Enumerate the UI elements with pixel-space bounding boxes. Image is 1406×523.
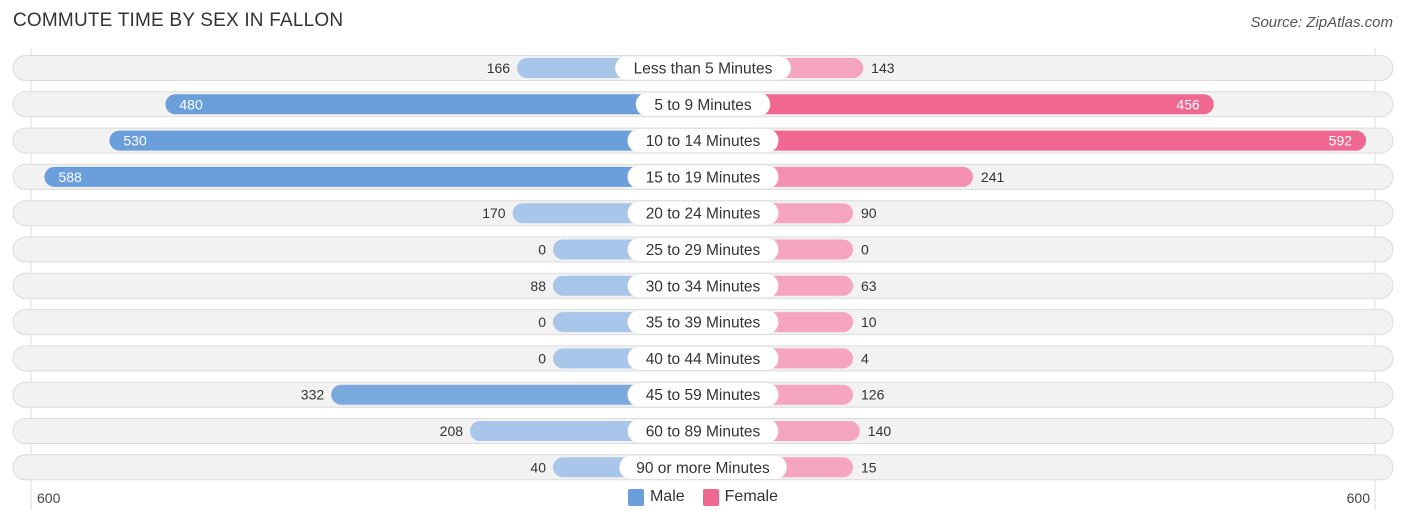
male-value-label: 0 — [538, 350, 546, 366]
legend-label-female: Female — [724, 488, 779, 505]
male-value-label: 170 — [482, 205, 506, 221]
female-value-label: 592 — [1329, 133, 1353, 149]
chart-area: 166 143 Less than 5 Minutes 480 456 5 to 9 Mi… — [12, 48, 1394, 510]
legend-swatch-female — [702, 488, 719, 506]
legend-item-female: Female — [702, 488, 779, 506]
female-bar — [703, 94, 1214, 115]
male-value-label: 588 — [58, 169, 82, 185]
category-label: 45 to 59 Minutes — [646, 387, 761, 404]
category-label: 35 to 39 Minutes — [646, 315, 761, 332]
female-value-label: 63 — [861, 278, 877, 294]
female-value-label: 0 — [861, 242, 869, 258]
male-bar — [44, 166, 703, 187]
male-value-label: 40 — [530, 459, 546, 475]
category-label: 15 to 19 Minutes — [646, 169, 761, 186]
female-value-label: 126 — [861, 387, 885, 403]
male-value-label: 208 — [440, 423, 464, 439]
female-value-label: 4 — [861, 350, 869, 366]
male-value-label: 530 — [123, 133, 147, 149]
female-value-label: 15 — [861, 459, 877, 475]
male-value-label: 166 — [487, 60, 511, 76]
male-value-label: 88 — [530, 278, 546, 294]
male-bar — [109, 130, 703, 151]
female-value-label: 90 — [861, 205, 877, 221]
male-value-label: 0 — [538, 314, 546, 330]
male-value-label: 480 — [179, 96, 203, 112]
female-value-label: 143 — [871, 60, 895, 76]
female-value-label: 241 — [981, 169, 1005, 185]
legend-item-male: Male — [627, 488, 685, 506]
category-label: 30 to 34 Minutes — [646, 278, 761, 295]
legend-label-male: Male — [649, 488, 685, 505]
male-value-label: 332 — [301, 387, 325, 403]
category-label: 25 to 29 Minutes — [646, 242, 761, 259]
legend-swatch-male — [627, 488, 644, 506]
male-bar — [165, 94, 703, 115]
female-value-label: 456 — [1176, 96, 1200, 112]
male-value-label: 0 — [538, 242, 546, 258]
category-label: Less than 5 Minutes — [634, 61, 773, 78]
female-value-label: 140 — [868, 423, 892, 439]
category-label: 10 to 14 Minutes — [646, 133, 761, 150]
female-bar — [703, 130, 1367, 151]
legend: Male Female — [0, 488, 1406, 506]
category-label: 40 to 44 Minutes — [646, 351, 761, 368]
category-label: 90 or more Minutes — [636, 460, 770, 477]
female-value-label: 10 — [861, 314, 877, 330]
category-label: 5 to 9 Minutes — [654, 97, 752, 114]
category-label: 20 to 24 Minutes — [646, 206, 761, 223]
category-label: 60 to 89 Minutes — [646, 424, 761, 441]
